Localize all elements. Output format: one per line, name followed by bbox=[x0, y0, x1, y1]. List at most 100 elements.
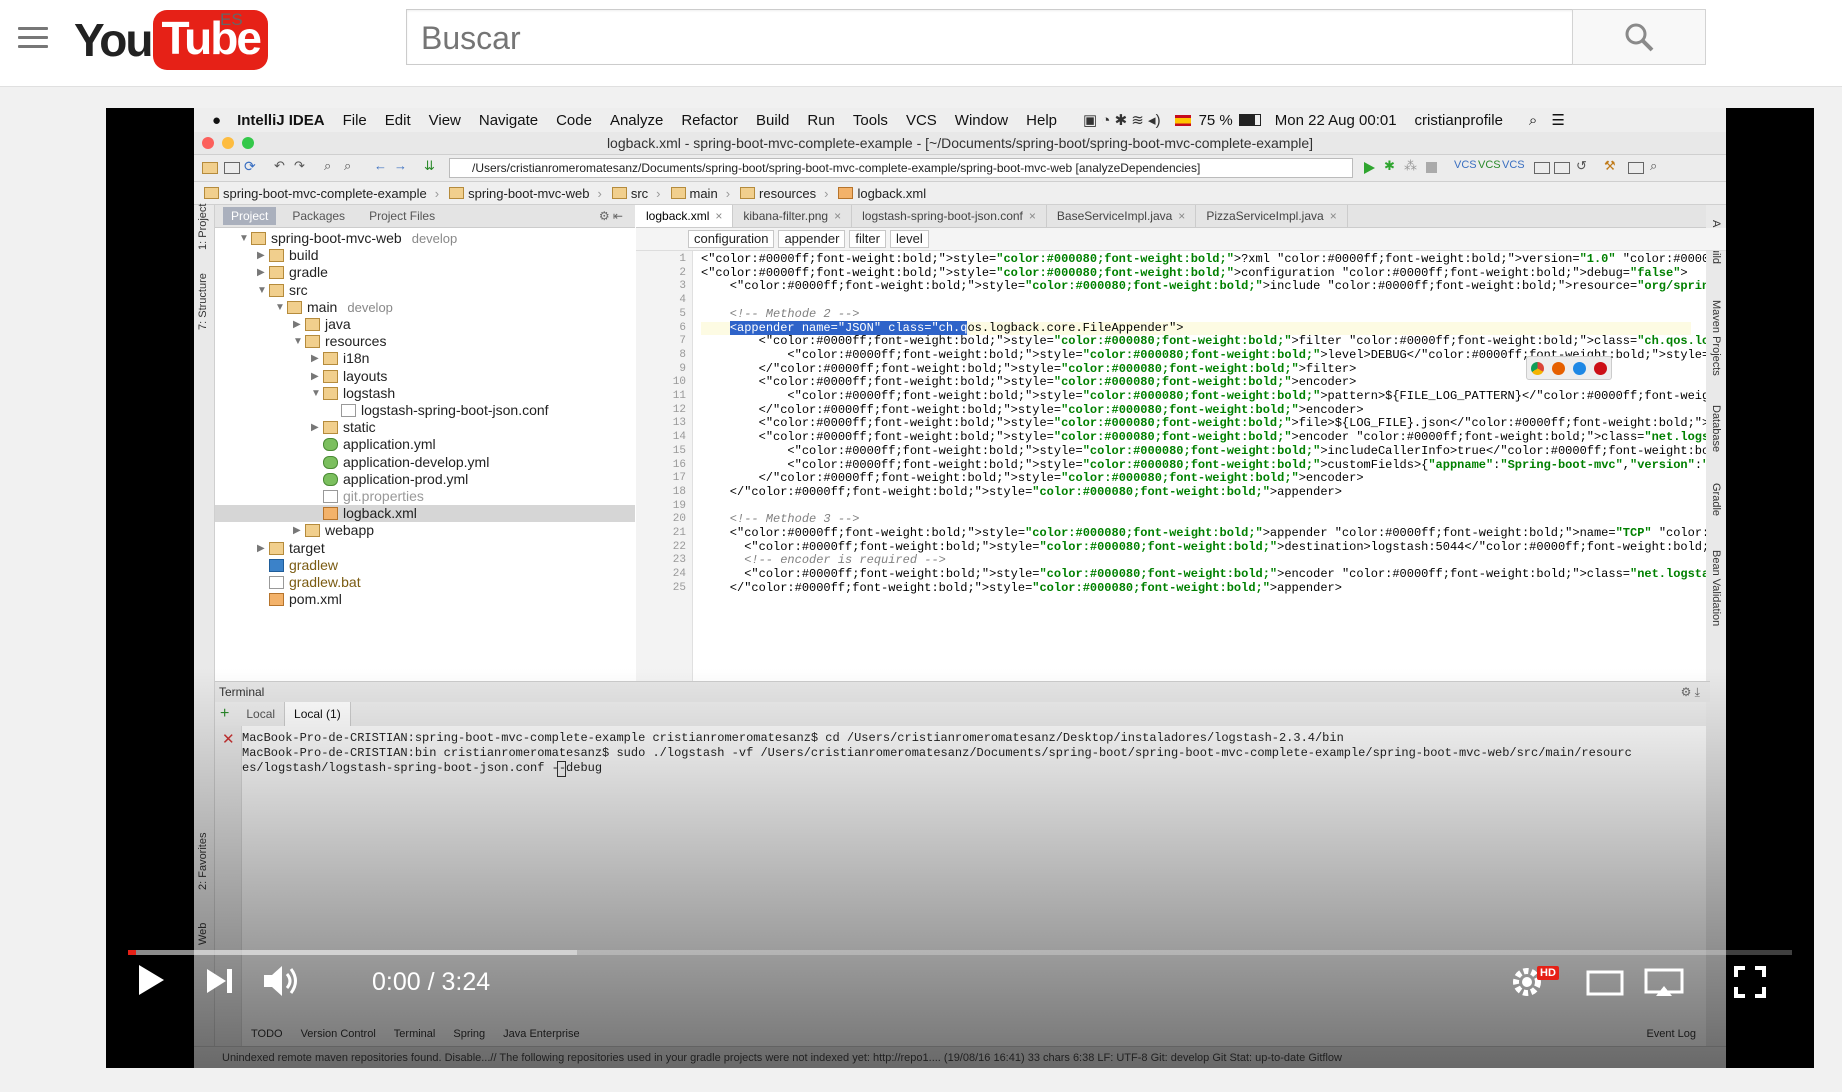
tree-item[interactable]: ▼ resources bbox=[215, 333, 635, 350]
close-tab-icon: × bbox=[834, 209, 842, 223]
fullscreen-icon[interactable] bbox=[1734, 966, 1766, 998]
line-number: 16 bbox=[672, 458, 686, 471]
line-number: 15 bbox=[672, 444, 686, 457]
tree-item[interactable]: ▶ target bbox=[215, 540, 635, 557]
expand-arrow-icon: ▼ bbox=[311, 387, 321, 399]
project-view-header: Project Packages Project Files ⚙ ⇤ bbox=[215, 205, 635, 228]
spotlight-icon: ⌕ bbox=[1528, 111, 1538, 129]
expand-arrow-icon: ▶ bbox=[311, 422, 319, 434]
folder-icon bbox=[269, 266, 284, 280]
tree-item[interactable]: ▶ java bbox=[215, 316, 635, 333]
video-player[interactable]: ● IntelliJ IDEA File Edit View Navigate … bbox=[106, 108, 1814, 1068]
progress-buffered bbox=[128, 950, 578, 955]
volume-icon[interactable] bbox=[262, 964, 302, 998]
line-number: 13 bbox=[672, 417, 686, 430]
expand-arrow-icon: ▶ bbox=[257, 542, 265, 554]
tree-item[interactable]: application-develop.yml bbox=[215, 454, 635, 471]
search-input[interactable]: Buscar bbox=[406, 9, 1574, 65]
folder-icon bbox=[323, 352, 338, 366]
tree-item[interactable]: ▼ main develop bbox=[215, 299, 635, 316]
tool-gradle-label: Gradle bbox=[1710, 483, 1722, 517]
tree-item[interactable]: logstash-spring-boot-json.conf bbox=[215, 402, 635, 419]
minimize-window-icon bbox=[222, 137, 234, 149]
search-button[interactable] bbox=[1572, 9, 1706, 65]
expand-arrow-icon: ▶ bbox=[257, 267, 265, 279]
tree-item-label: logback.xml bbox=[343, 505, 417, 522]
theater-mode-icon[interactable] bbox=[1586, 970, 1624, 996]
xml-icon bbox=[323, 507, 338, 521]
open-in-browser-bar bbox=[1526, 356, 1612, 380]
code-line: <"color:#0000ff;font-weight:bold;">style… bbox=[701, 457, 1706, 472]
vcs-commit-icon: VCS bbox=[1478, 159, 1501, 171]
line-number: 11 bbox=[672, 390, 686, 402]
folder-icon bbox=[269, 541, 284, 555]
close-terminal-icon: ✕ bbox=[222, 731, 235, 748]
progress-bar[interactable] bbox=[128, 950, 1792, 955]
forward-icon: → bbox=[394, 158, 407, 173]
redo-icon: ↷ bbox=[294, 158, 305, 173]
search-everywhere-icon: ⌕ bbox=[1650, 158, 1658, 173]
expand-arrow-icon: ▼ bbox=[257, 284, 267, 296]
tree-item[interactable]: ▶ i18n bbox=[215, 350, 635, 367]
code-editor: <"color:#0000ff;font-weight:bold;">style… bbox=[693, 251, 1706, 681]
expand-arrow-icon: ▼ bbox=[275, 301, 285, 313]
tree-item[interactable]: ▼ logstash bbox=[215, 385, 635, 402]
hamburger-menu-icon[interactable] bbox=[18, 27, 48, 49]
back-icon: ← bbox=[374, 158, 387, 173]
xml-crumb-level: level bbox=[889, 230, 929, 248]
chrome-icon bbox=[1531, 361, 1544, 375]
tree-item[interactable]: ▶ build bbox=[215, 247, 635, 264]
tree-item[interactable]: gradlew bbox=[215, 557, 635, 574]
code-line: </"color:#0000ff;font-weight:bold;">styl… bbox=[701, 580, 1342, 595]
tree-item[interactable]: ▶ static bbox=[215, 419, 635, 436]
close-tab-icon: × bbox=[1178, 209, 1186, 223]
terminal-line: MacBook-Pro-de-CRISTIAN:spring-boot-mvc-… bbox=[242, 731, 1344, 745]
tree-item-label: application-prod.yml bbox=[343, 470, 469, 487]
tree-item-label: gradle bbox=[289, 264, 328, 281]
project-structure-icon bbox=[1534, 162, 1550, 174]
tree-item[interactable]: ▼ spring-boot-mvc-web develop bbox=[215, 230, 635, 247]
tree-item[interactable]: ▼ src bbox=[215, 282, 635, 299]
tree-item[interactable]: logback.xml bbox=[215, 505, 635, 523]
ide-toolbar: ⟳ ↶ ↷ ⌕ ⌕ ← → ⇊ /Users/cristianromeromat… bbox=[194, 155, 1726, 182]
editor-gutter: 1 2 3 4 5 6 7 8 9 10 11 12 13 14 15 16 17 18 19 20 21 22 23 24 2… bbox=[636, 251, 693, 681]
code-line: <appender name="JSON" class="ch.qos.logb… bbox=[701, 320, 1691, 336]
line-number: 17 bbox=[672, 472, 686, 485]
ide-titlebar: logback.xml - spring-boot-mvc-complete-e… bbox=[194, 132, 1726, 155]
tree-item[interactable]: git.properties bbox=[215, 488, 635, 505]
tree-item[interactable]: ▶ webapp bbox=[215, 522, 635, 539]
tree-item[interactable]: gradlew.bat bbox=[215, 574, 635, 591]
line-number: 3 bbox=[679, 280, 686, 293]
folder-icon bbox=[305, 335, 320, 349]
tree-item[interactable]: application.yml bbox=[215, 436, 635, 453]
yml-icon bbox=[323, 438, 338, 452]
tree-item-label: build bbox=[289, 247, 319, 264]
code-line: </"color:#0000ff;font-weight:bold;">styl… bbox=[701, 361, 1357, 376]
folder-icon bbox=[287, 300, 302, 314]
code-line: <"color:#0000ff;font-weight:bold;">style… bbox=[701, 539, 1706, 554]
tree-item[interactable]: application-prod.yml bbox=[215, 471, 635, 488]
app-name: IntelliJ IDEA bbox=[237, 111, 325, 129]
folder-icon bbox=[305, 524, 320, 538]
tree-item-label: git.properties bbox=[343, 488, 424, 504]
sync-icon: ⟳ bbox=[244, 158, 256, 174]
xml-crumb-filter: filter bbox=[849, 230, 886, 248]
tree-item[interactable]: pom.xml bbox=[215, 591, 635, 608]
tree-item[interactable]: ▶ gradle bbox=[215, 264, 635, 281]
cast-icon[interactable] bbox=[1644, 968, 1684, 998]
expand-arrow-icon: ▶ bbox=[293, 319, 301, 330]
run-configuration-path: /Users/cristianromeromatesanz/Documents/… bbox=[449, 158, 1353, 178]
tree-item-label: i18n bbox=[343, 350, 370, 367]
terminal-cursor bbox=[557, 761, 566, 777]
next-icon[interactable] bbox=[204, 966, 236, 996]
terminal-tab-local-1: Local (1) bbox=[284, 702, 351, 726]
tree-item[interactable]: ▶ layouts bbox=[215, 368, 635, 385]
maximize-window-icon bbox=[242, 137, 254, 149]
folder-icon bbox=[251, 232, 266, 245]
battery-icon bbox=[1238, 114, 1261, 126]
breadcrumb-module: spring-boot-mvc-web › bbox=[449, 186, 602, 201]
tree-item-label: layouts bbox=[343, 367, 388, 384]
play-icon[interactable] bbox=[136, 963, 166, 997]
tool-spring: Spring bbox=[453, 1028, 486, 1040]
vcs-branch-label: develop bbox=[411, 231, 458, 246]
